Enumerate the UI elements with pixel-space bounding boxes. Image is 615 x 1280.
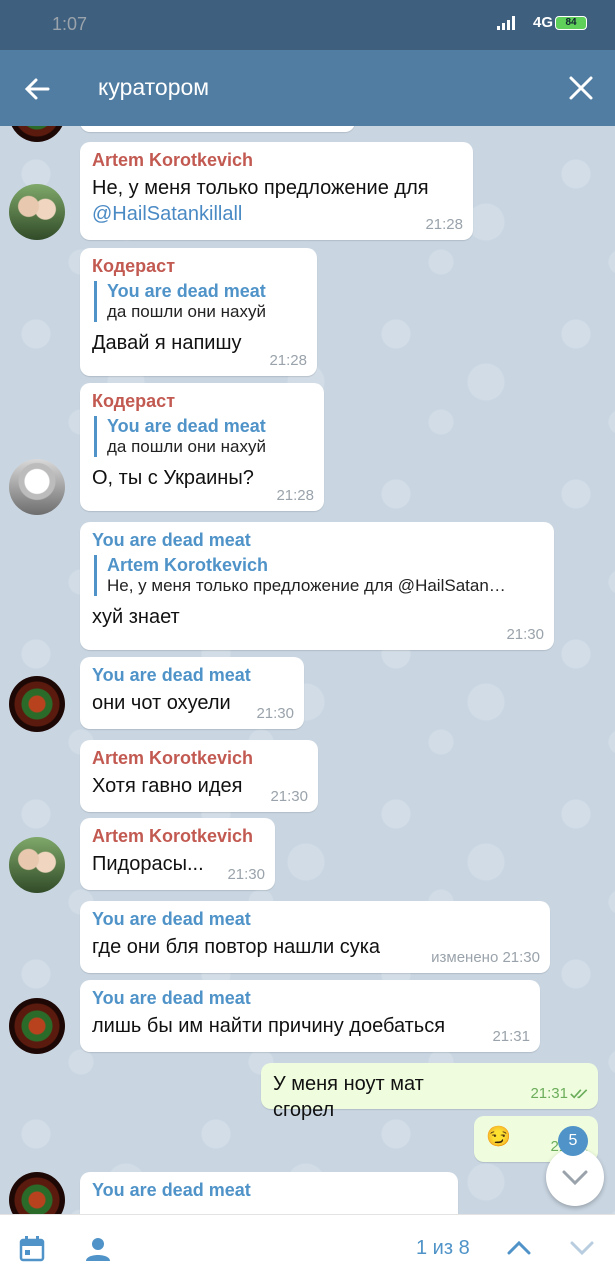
- status-bar: 1:07 4G 84: [0, 0, 615, 50]
- message-sender[interactable]: Artem Korotkevich: [92, 150, 461, 171]
- chevron-down-icon[interactable]: [569, 1235, 595, 1261]
- message-bubble[interactable]: Artem Korotkevich Пидорасы... 21:30: [80, 818, 275, 890]
- avatar[interactable]: [9, 184, 65, 240]
- message-time: изменено 21:30: [431, 949, 540, 966]
- reply-quote[interactable]: You are dead meat да пошли они нахуй: [94, 281, 305, 322]
- message-text: лишь бы им найти причину доебаться: [92, 1015, 446, 1037]
- outgoing-message-bubble[interactable]: У меня ноут мат сгорел 21:31: [261, 1063, 598, 1121]
- search-app-bar: куратором: [0, 50, 615, 126]
- message-time: 21:28: [425, 216, 463, 233]
- reply-sender: You are dead meat: [107, 281, 266, 301]
- message-time: 21:28: [269, 352, 307, 369]
- message-time: 21:30: [256, 705, 294, 722]
- message-time: 21:30: [506, 626, 544, 643]
- message-sender[interactable]: Artem Korotkevich: [92, 826, 263, 847]
- message-time: 21:30: [270, 788, 308, 805]
- message-bubble[interactable]: Кодераст You are dead meat да пошли они …: [80, 383, 324, 511]
- message-bubble[interactable]: You are dead meat Artem Korotkevich Не, …: [80, 522, 554, 650]
- message-sender[interactable]: Artem Korotkevich: [92, 748, 306, 769]
- close-icon[interactable]: [567, 74, 595, 102]
- mention-link[interactable]: @HailSatankillall: [92, 203, 242, 225]
- avatar[interactable]: [9, 676, 65, 732]
- avatar[interactable]: [9, 998, 65, 1054]
- double-check-icon: [570, 1089, 588, 1099]
- reply-quote[interactable]: You are dead meat да пошли они нахуй: [94, 416, 312, 457]
- avatar[interactable]: [9, 126, 65, 142]
- reply-sender: You are dead meat: [107, 416, 266, 436]
- person-icon[interactable]: [84, 1235, 112, 1263]
- message-bubble[interactable]: You are dead meat лишь бы им найти причи…: [80, 980, 540, 1052]
- message-bubble[interactable]: Кодераст You are dead meat да пошли они …: [80, 248, 317, 376]
- message-sender[interactable]: Кодераст: [92, 256, 305, 277]
- search-nav-bar: 1 из 8: [0, 1214, 615, 1280]
- message-sender[interactable]: You are dead meat: [92, 530, 542, 551]
- message-text: хуй знает: [92, 606, 180, 628]
- message-bubble[interactable]: You are dead meat где они бля повтор наш…: [80, 901, 550, 973]
- message-time: 21:30: [227, 866, 265, 883]
- message-time: 21:31: [492, 1028, 530, 1045]
- chevron-down-icon: [562, 1170, 588, 1186]
- search-query[interactable]: куратором: [98, 74, 209, 101]
- message-time: 21:28: [276, 487, 314, 504]
- avatar[interactable]: [9, 459, 65, 515]
- reply-text: Не, у меня только предложение для @HailS…: [107, 576, 506, 595]
- scroll-down-button[interactable]: 5: [546, 1126, 604, 1206]
- message-sender[interactable]: You are dead meat: [92, 988, 528, 1009]
- unread-count-badge: 5: [558, 1126, 588, 1156]
- reply-quote[interactable]: Artem Korotkevich Не, у меня только пред…: [94, 555, 542, 596]
- message-time: 21:31: [530, 1085, 568, 1102]
- message-sender[interactable]: You are dead meat: [92, 909, 538, 930]
- message-bubble[interactable]: You are dead meat: [80, 1172, 458, 1214]
- message-bubble[interactable]: Artem Korotkevich Хотя гавно идея 21:30: [80, 740, 318, 812]
- reply-sender: Artem Korotkevich: [107, 555, 269, 575]
- back-arrow-icon[interactable]: [22, 74, 52, 104]
- reply-text: да пошли они нахуй: [107, 302, 266, 321]
- message-sender[interactable]: You are dead meat: [92, 665, 292, 686]
- calendar-icon[interactable]: [18, 1235, 46, 1263]
- message-bubble[interactable]: Artem Korotkevich Не, у меня только пред…: [80, 142, 473, 240]
- avatar[interactable]: [9, 837, 65, 893]
- network-type: 4G: [532, 14, 553, 31]
- message-sender[interactable]: You are dead meat: [92, 1180, 446, 1201]
- message-sender[interactable]: Кодераст: [92, 391, 312, 412]
- chevron-up-icon[interactable]: [506, 1235, 532, 1261]
- message-bubble-partial: [80, 126, 355, 132]
- status-time: 1:07: [52, 14, 88, 34]
- battery-icon: 84: [555, 16, 587, 30]
- search-result-counter: 1 из 8: [416, 1237, 470, 1259]
- reply-text: да пошли они нахуй: [107, 437, 266, 456]
- message-bubble[interactable]: You are dead meat они чот охуели 21:30: [80, 657, 304, 729]
- avatar[interactable]: [9, 1172, 65, 1214]
- signal-icon: [497, 16, 515, 30]
- message-text: Не, у меня только предложение для @HailS…: [92, 177, 429, 225]
- chat-messages[interactable]: Artem Korotkevich Не, у меня только пред…: [0, 126, 615, 1214]
